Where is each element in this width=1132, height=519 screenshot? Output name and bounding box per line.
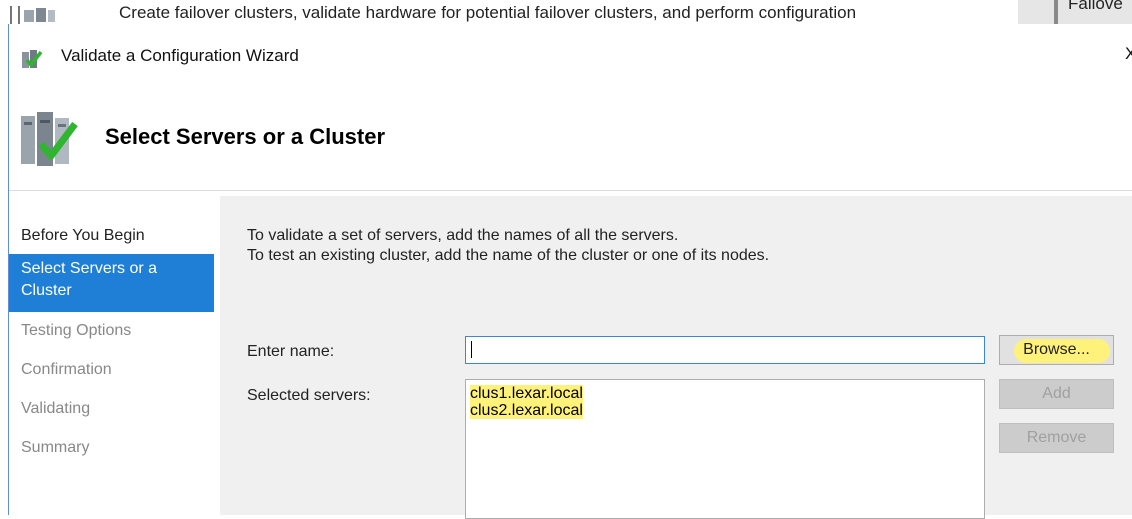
browse-button[interactable]: Browse... — [999, 335, 1114, 365]
selected-servers-label: Selected servers: — [247, 387, 371, 404]
background-window-strip: Create failover clusters, validate hardw… — [0, 0, 1132, 24]
nav-step-summary: Summary — [21, 439, 90, 456]
background-list-border — [10, 6, 20, 24]
page-title: Select Servers or a Cluster — [105, 124, 386, 149]
instruction-line-2: To test an existing cluster, add the nam… — [247, 247, 770, 264]
nav-step-select-servers[interactable]: Select Servers or a Cluster — [9, 254, 214, 312]
add-button[interactable]: Add — [999, 379, 1114, 409]
validate-servers-icon — [21, 112, 78, 166]
wizard-app-icon — [22, 50, 43, 68]
nav-step-select-servers-label: Select Servers or a Cluster — [21, 260, 158, 299]
instruction-line-1: To validate a set of servers, add the na… — [247, 227, 679, 244]
server-cluster-icon — [24, 8, 55, 22]
wizard-content-pane: To validate a set of servers, add the na… — [220, 196, 1132, 519]
nav-step-confirmation: Confirmation — [21, 361, 112, 378]
selected-servers-list[interactable]: clus1.lexar.local clus2.lexar.local — [465, 379, 985, 519]
enter-name-label: Enter name: — [247, 343, 335, 360]
close-icon[interactable]: X — [1125, 44, 1132, 64]
nav-step-testing-options: Testing Options — [21, 322, 132, 339]
wizard-steps-nav: Before You Begin Select Servers or a Clu… — [9, 196, 216, 515]
list-item[interactable]: clus1.lexar.local — [470, 385, 583, 402]
window-title: Validate a Configuration Wizard — [61, 46, 299, 65]
remove-button[interactable]: Remove — [999, 423, 1114, 453]
browse-button-label: Browse... — [1023, 341, 1090, 358]
title-bar: Validate a Configuration Wizard X — [9, 24, 1132, 68]
nav-step-validating: Validating — [21, 400, 91, 417]
validate-configuration-wizard: Validate a Configuration Wizard X Select… — [8, 24, 1132, 519]
enter-name-input[interactable] — [465, 336, 985, 364]
nav-step-before-you-begin[interactable]: Before You Begin — [21, 227, 145, 245]
list-item[interactable]: clus2.lexar.local — [470, 402, 583, 419]
background-action-text: Failove — [1068, 0, 1123, 13]
wizard-header: Select Servers or a Cluster — [9, 68, 1132, 191]
background-description: Create failover clusters, validate hardw… — [119, 3, 857, 22]
background-action-pane: Failove — [1018, 0, 1132, 24]
background-pane-separator — [1054, 0, 1058, 24]
